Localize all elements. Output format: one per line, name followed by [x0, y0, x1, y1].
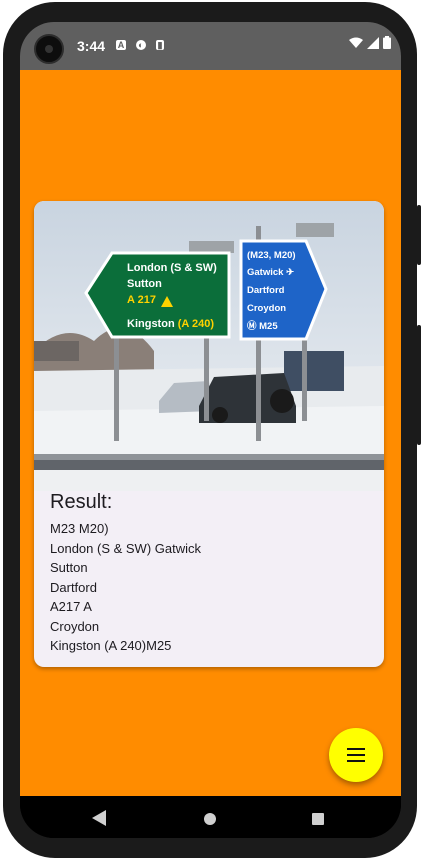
result-line: Croydon: [50, 618, 100, 634]
sync-icon: ◐: [136, 40, 146, 50]
signal-icon: [367, 36, 379, 49]
result-line: M23 M20): [50, 521, 109, 536]
road-sign-photo: London (S & SW) Sutton A 217 Kingston (A…: [34, 201, 384, 491]
svg-text:Sutton: Sutton: [127, 278, 162, 290]
back-icon[interactable]: [92, 810, 106, 826]
svg-text:Dartford: Dartford: [247, 285, 285, 296]
battery-icon: [383, 36, 391, 49]
result-line: Kingston (A 240)M25: [50, 638, 172, 653]
result-card: London (S & SW) Sutton A 217 Kingston (A…: [34, 201, 384, 667]
status-time: 3:44: [77, 38, 106, 54]
home-icon[interactable]: [204, 813, 216, 825]
menu-icon: [347, 748, 365, 762]
svg-text:A 217: A 217: [127, 294, 156, 306]
svg-text:Croydon: Croydon: [247, 303, 286, 314]
font-icon: A: [116, 40, 126, 50]
camera-icon: [34, 34, 64, 64]
result-line: A217 A: [50, 599, 92, 614]
screen: 3:44 A ◐ ▮ London (S & SW) Sutton A 217 …: [20, 22, 401, 838]
svg-text:London (S & SW): London (S & SW): [127, 262, 217, 274]
svg-text:Ⓜ M25: Ⓜ M25: [247, 320, 278, 332]
result-line: London (S & SW) Gatwick: [50, 540, 201, 556]
volume-button: [417, 205, 421, 265]
result-line: Sutton: [50, 560, 88, 575]
result-lines: M23 M20) London (S & SW) Gatwick Sutton …: [50, 519, 201, 656]
svg-text:Kingston (A 240): Kingston (A 240): [127, 318, 214, 330]
menu-fab-button[interactable]: [329, 728, 383, 782]
result-line: Dartford: [50, 579, 97, 595]
status-bar: 3:44 A ◐ ▮: [20, 22, 401, 70]
svg-text:(M23, M20): (M23, M20): [247, 250, 296, 261]
navigation-bar: [20, 796, 401, 838]
power-button: [417, 325, 421, 445]
svg-text:Gatwick ✈: Gatwick ✈: [247, 267, 295, 278]
recents-icon[interactable]: [312, 813, 324, 825]
wifi-icon: [349, 37, 363, 48]
system-icons: [349, 36, 391, 49]
phone-frame: 3:44 A ◐ ▮ London (S & SW) Sutton A 217 …: [3, 2, 417, 858]
sd-card-icon: ▮: [156, 40, 164, 50]
result-title: Result:: [50, 491, 113, 513]
app-screen: London (S & SW) Sutton A 217 Kingston (A…: [20, 70, 401, 796]
